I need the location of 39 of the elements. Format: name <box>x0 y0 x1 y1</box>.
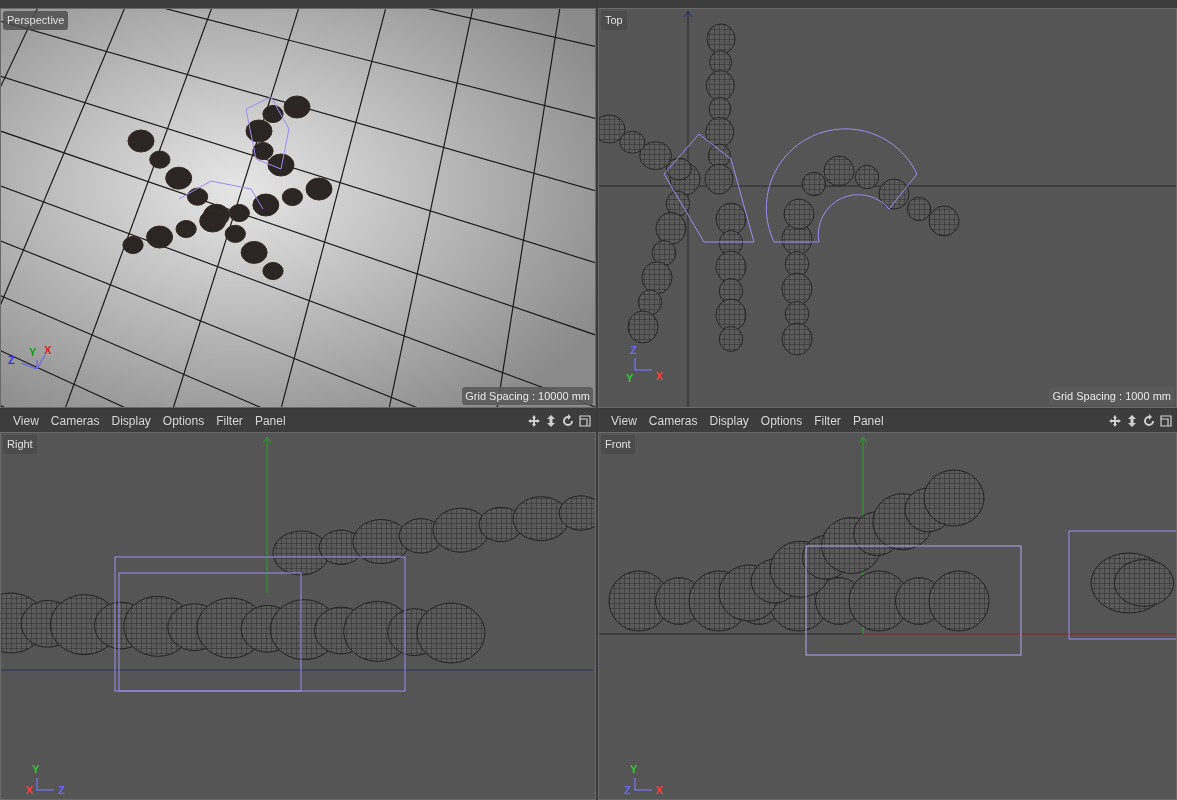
axis-label: Z <box>630 345 637 356</box>
axis-gizmo-icon <box>35 777 55 792</box>
menu-item[interactable]: Panel <box>248 415 292 427</box>
viewport-label: Right <box>3 435 37 454</box>
menu-item[interactable]: Filter <box>210 415 249 427</box>
menu-item[interactable]: Cameras <box>642 415 704 427</box>
viewport-label: Perspective <box>3 11 69 30</box>
menu-item[interactable]: Display <box>105 415 157 427</box>
rotate-icon[interactable] <box>561 414 575 428</box>
axis-label: Y <box>626 373 634 384</box>
menu-item[interactable]: Cameras <box>44 415 106 427</box>
window-icon[interactable] <box>1159 414 1173 428</box>
grid-spacing-label: Grid Spacing : 1000 mm <box>1049 386 1174 405</box>
axis-label: Z <box>58 785 65 796</box>
viewport-label: Front <box>601 435 635 454</box>
window-icon[interactable] <box>578 414 592 428</box>
menu-item[interactable]: View <box>605 415 643 427</box>
axis-label: Y <box>29 347 37 358</box>
menu-item[interactable]: View <box>7 415 45 427</box>
viewport-label: Top <box>601 11 627 30</box>
menu-item[interactable]: Options <box>156 415 211 427</box>
axis-gizmo-icon <box>633 777 653 792</box>
rotate-icon[interactable] <box>1142 414 1156 428</box>
axis-label: Y <box>32 764 40 775</box>
axis-label: Z <box>624 785 631 796</box>
axis-label: X <box>656 785 664 796</box>
axis-label: Y <box>630 764 638 775</box>
menu-item[interactable]: Display <box>703 415 755 427</box>
axis-label: X <box>44 345 52 356</box>
menu-item[interactable]: Options <box>754 415 809 427</box>
axis-gizmo-icon <box>19 354 47 371</box>
move-icon[interactable] <box>527 414 541 428</box>
move-icon[interactable] <box>1108 414 1122 428</box>
axis-label: X <box>656 371 664 382</box>
axis-label: X <box>26 785 34 796</box>
menu-item[interactable]: Filter <box>808 415 847 427</box>
axis-label: Z <box>8 355 15 366</box>
axis-gizmo-icon <box>633 357 653 372</box>
menu-item[interactable]: Panel <box>846 415 890 427</box>
